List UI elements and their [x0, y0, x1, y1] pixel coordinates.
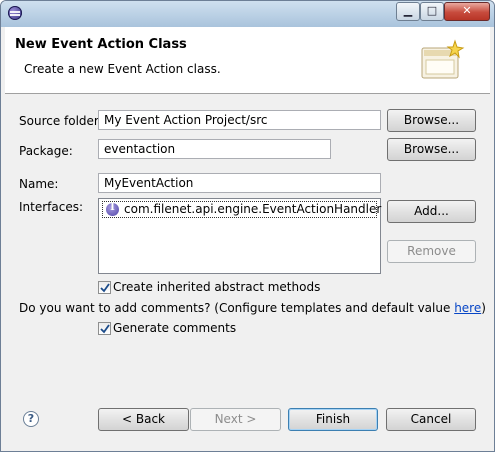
interface-name: com.filenet.api.engine.EventActionHandle…: [124, 202, 382, 216]
interface-list-item[interactable]: com.filenet.api.engine.EventActionHandle…: [102, 201, 381, 218]
back-button[interactable]: < Back: [98, 408, 189, 431]
interfaces-label: Interfaces:: [19, 200, 84, 214]
close-icon: ✕: [462, 4, 472, 17]
source-folder-label: Source folder:: [19, 114, 103, 128]
dialog-window: ▁ □ ✕ New Event Action Class Create a ne…: [0, 0, 495, 452]
remove-interface-button[interactable]: Remove: [387, 240, 476, 263]
next-button[interactable]: Next >: [190, 408, 281, 431]
minimize-button[interactable]: ▁: [396, 2, 420, 21]
cancel-button[interactable]: Cancel: [386, 408, 476, 431]
finish-button[interactable]: Finish: [288, 408, 378, 431]
help-icon[interactable]: ?: [23, 411, 39, 427]
configure-templates-link[interactable]: here: [454, 301, 481, 315]
wizard-banner: New Event Action Class Create a new Even…: [5, 27, 490, 94]
interfaces-list[interactable]: com.filenet.api.engine.EventActionHandle…: [98, 198, 381, 274]
name-label: Name:: [19, 177, 59, 191]
generate-comments-label[interactable]: Generate comments: [113, 321, 236, 335]
inherited-methods-label[interactable]: Create inherited abstract methods: [113, 280, 320, 294]
comments-prompt-text: Do you want to add comments? (Configure …: [19, 301, 455, 315]
checkmark-icon: [100, 324, 110, 334]
name-field[interactable]: MyEventAction: [98, 173, 381, 193]
title-bar[interactable]: ▁ □ ✕: [1, 1, 494, 27]
maximize-icon: □: [426, 4, 438, 17]
generate-comments-checkbox[interactable]: [98, 322, 111, 335]
inherited-methods-checkbox[interactable]: [98, 281, 111, 294]
source-folder-browse-button[interactable]: Browse...: [387, 109, 476, 132]
package-browse-button[interactable]: Browse...: [387, 138, 476, 161]
comments-prompt-suffix: ): [481, 301, 486, 315]
banner-title: New Event Action Class: [15, 37, 187, 52]
interface-icon: [106, 202, 119, 216]
package-field[interactable]: eventaction: [98, 139, 331, 159]
checkmark-icon: [100, 283, 110, 293]
wizard-content: Source folder: My Event Action Project/s…: [5, 94, 490, 449]
minimize-icon: ▁: [403, 4, 413, 17]
add-interface-button[interactable]: Add...: [387, 200, 476, 223]
banner-description: Create a new Event Action class.: [24, 62, 221, 76]
source-folder-field[interactable]: My Event Action Project/src: [98, 110, 381, 130]
comments-prompt: Do you want to add comments? (Configure …: [19, 301, 486, 315]
new-class-wizard-icon: [421, 39, 465, 79]
maximize-button[interactable]: □: [420, 2, 444, 21]
eclipse-icon: [8, 6, 22, 20]
close-button[interactable]: ✕: [444, 2, 490, 21]
package-label: Package:: [19, 144, 73, 158]
